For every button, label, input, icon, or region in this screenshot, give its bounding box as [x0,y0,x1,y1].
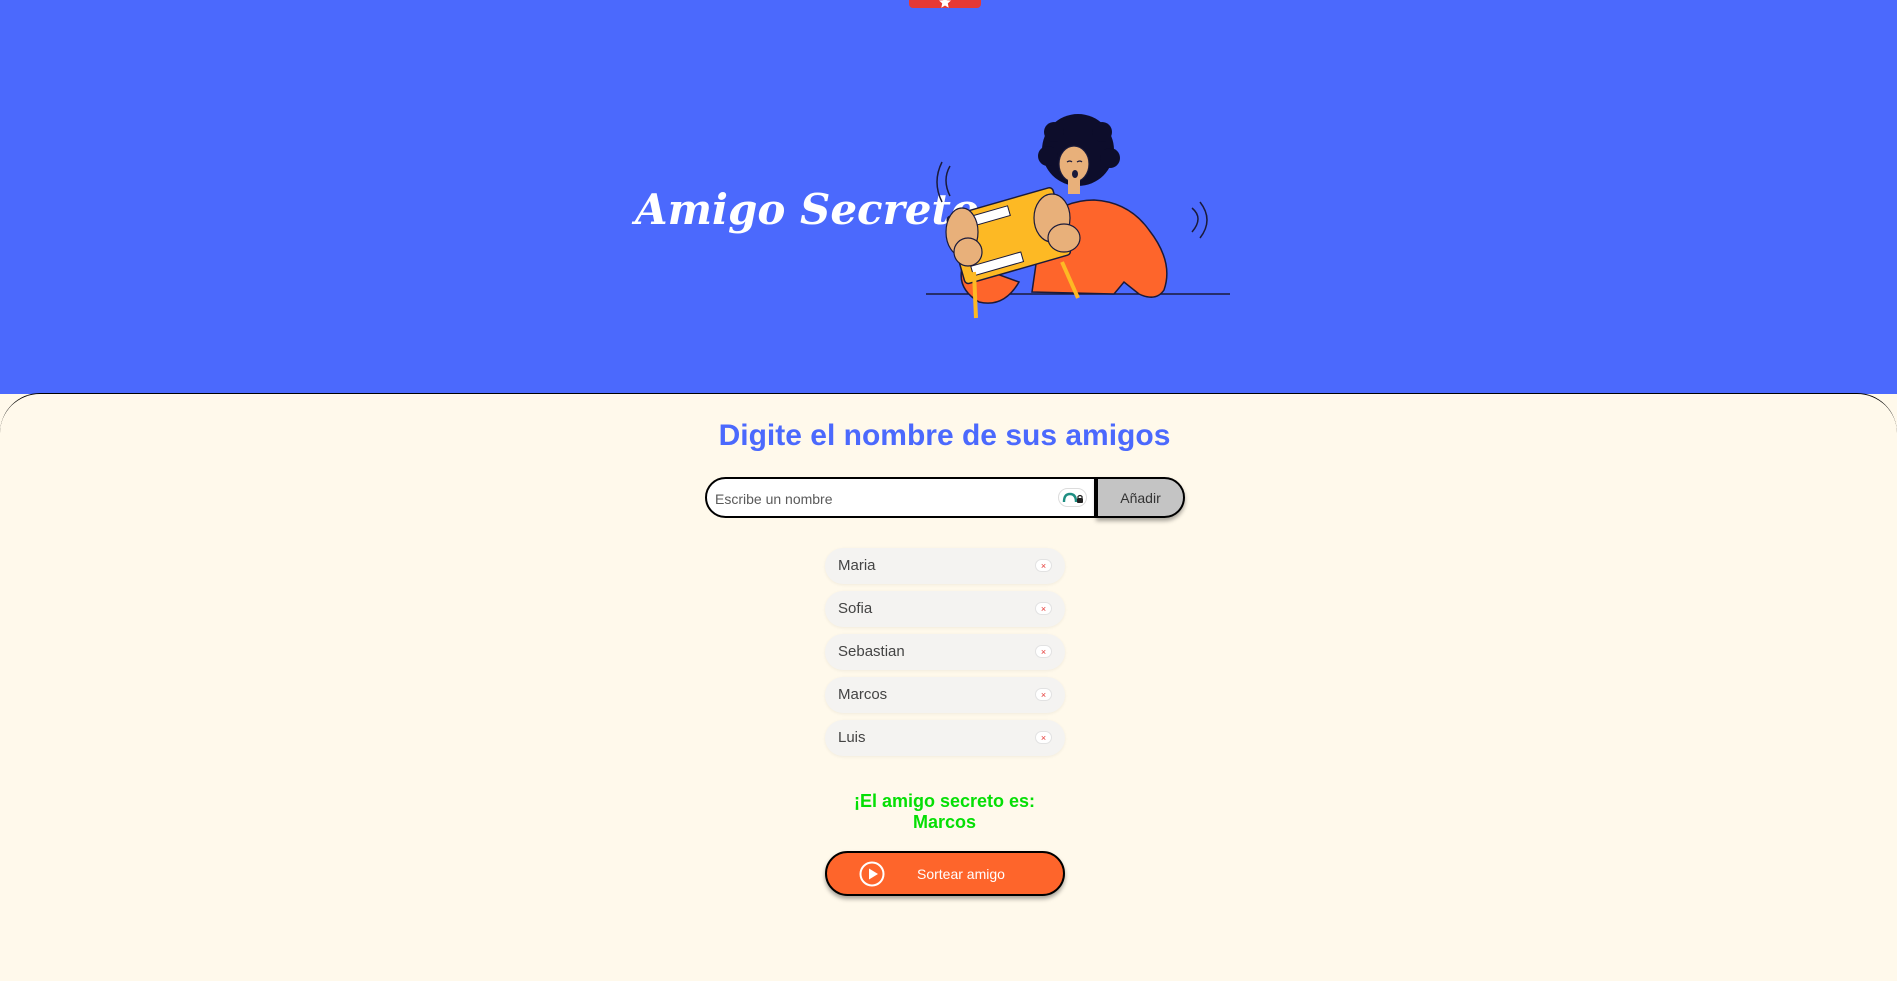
remove-friend-button[interactable]: × [1035,602,1052,615]
remove-friend-button[interactable]: × [1035,559,1052,572]
list-item: Luis × [825,720,1065,756]
result-list: ¡El amigo secreto es: Marcos [0,791,1889,833]
friend-name: Marcos [838,686,888,703]
play-circle-icon [859,861,885,887]
friend-name: Maria [838,557,876,574]
remove-friend-button[interactable]: × [1035,688,1052,701]
friend-name: Sebastian [838,643,905,660]
friend-name: Sofia [838,600,873,617]
friend-name: Luis [838,729,866,746]
friends-list: Maria × Sofia × Sebastian × Marcos × Lui… [825,548,1065,763]
name-input-wrapper [705,477,1096,518]
remove-friend-button[interactable]: × [1035,731,1052,744]
list-item: Sebastian × [825,634,1065,670]
hero-illustration [926,114,1230,319]
section-title: Digite el nombre de sus amigos [718,419,1171,452]
star-icon [939,0,951,8]
list-item: Maria × [825,548,1065,584]
header: Amigo Secreto [0,0,1897,394]
draw-button[interactable]: Sortear amigo [825,851,1065,896]
remove-friend-button[interactable]: × [1035,645,1052,658]
draw-button-label: Sortear amigo [917,866,1005,882]
password-manager-icon[interactable] [1058,488,1087,507]
result-name: Marcos [912,812,977,832]
top-badge[interactable] [909,0,981,8]
list-item: Marcos × [825,677,1065,713]
list-item: Sofia × [825,591,1065,627]
add-button[interactable]: Añadir [1096,477,1185,518]
result-prefix: ¡El amigo secreto es: [853,791,1036,811]
name-input[interactable] [713,479,1057,518]
